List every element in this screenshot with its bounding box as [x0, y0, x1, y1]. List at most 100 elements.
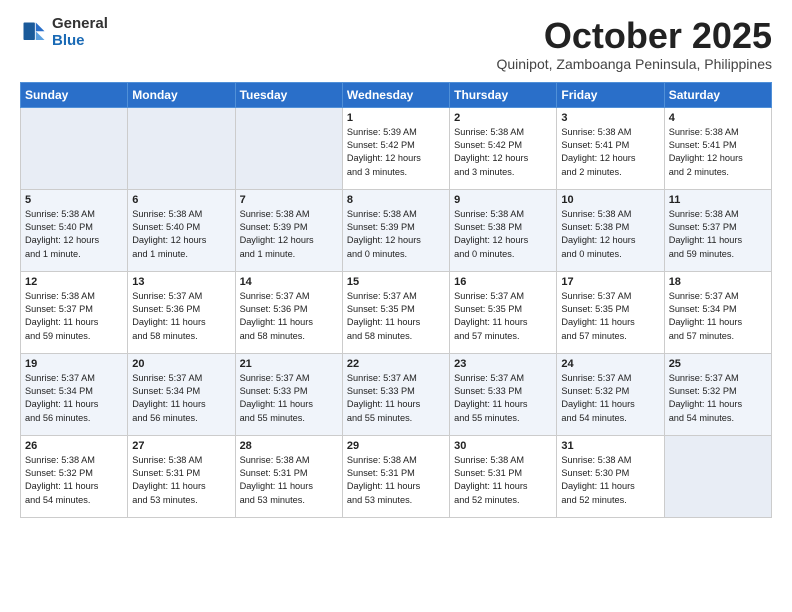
day-number: 31	[561, 440, 659, 452]
day-info: Sunrise: 5:37 AM Sunset: 5:33 PM Dayligh…	[240, 372, 338, 425]
day-number: 25	[669, 358, 767, 370]
day-info: Sunrise: 5:37 AM Sunset: 5:33 PM Dayligh…	[454, 372, 552, 425]
calendar-day: 5Sunrise: 5:38 AM Sunset: 5:40 PM Daylig…	[21, 189, 128, 271]
day-info: Sunrise: 5:39 AM Sunset: 5:42 PM Dayligh…	[347, 126, 445, 179]
calendar-page: General Blue October 2025 Quinipot, Zamb…	[0, 0, 792, 534]
calendar-week-2: 5 Sunrise: 5:38 AM Sunset: 5:40 PM Daylig…	[21, 189, 772, 271]
calendar-week-3: 12Sunrise: 5:38 AM Sunset: 5:37 PM Dayli…	[21, 271, 772, 353]
day-info: Sunrise: 5:38 AM Sunset: 5:39 PM Dayligh…	[240, 208, 338, 261]
day-number: 7	[240, 194, 338, 206]
calendar-table: Sunday Monday Tuesday Wednesday Thursday…	[20, 82, 772, 518]
day-number: 12	[25, 276, 123, 288]
day-number: 17	[561, 276, 659, 288]
day-info: Sunrise: 5:37 AM Sunset: 5:35 PM Dayligh…	[347, 290, 445, 343]
day-number: 22	[347, 358, 445, 370]
calendar-day: 27 Sunrise: 5:38 AM Sunset: 5:31 PM Dayli…	[128, 435, 235, 517]
calendar-day: 6 Sunrise: 5:38 AM Sunset: 5:40 PM Daylig…	[128, 189, 235, 271]
calendar-day: 11 Sunrise: 5:38 AM Sunset: 5:37 PM Dayli…	[664, 189, 771, 271]
calendar-day: 18 Sunrise: 5:37 AM Sunset: 5:34 PM Dayli…	[664, 271, 771, 353]
day-info: Sunrise: 5:37 AM Sunset: 5:34 PM Dayligh…	[669, 290, 767, 343]
day-number: 20	[132, 358, 230, 370]
calendar-day	[128, 107, 235, 189]
day-info: Sunrise: 5:37 AM Sunset: 5:35 PM Dayligh…	[561, 290, 659, 343]
day-info: Sunrise: 5:38 AM Sunset: 5:41 PM Dayligh…	[669, 126, 767, 179]
calendar-day: 28 Sunrise: 5:38 AM Sunset: 5:31 PM Dayli…	[235, 435, 342, 517]
calendar-day: 22 Sunrise: 5:37 AM Sunset: 5:33 PM Dayli…	[342, 353, 449, 435]
header: General Blue October 2025 Quinipot, Zamb…	[20, 16, 772, 72]
day-number: 18	[669, 276, 767, 288]
calendar-day: 17 Sunrise: 5:37 AM Sunset: 5:35 PM Dayli…	[557, 271, 664, 353]
day-info: Sunrise: 5:38 AM Sunset: 5:31 PM Dayligh…	[240, 454, 338, 507]
day-info: Sunrise: 5:38 AM Sunset: 5:31 PM Dayligh…	[454, 454, 552, 507]
day-number: 6	[132, 194, 230, 206]
day-info: Sunrise: 5:37 AM Sunset: 5:35 PM Dayligh…	[454, 290, 552, 343]
day-number: 2	[454, 112, 552, 124]
calendar-day: 31Sunrise: 5:38 AM Sunset: 5:30 PM Dayli…	[557, 435, 664, 517]
day-info: Sunrise: 5:37 AM Sunset: 5:32 PM Dayligh…	[669, 372, 767, 425]
day-number: 26	[25, 440, 123, 452]
logo-blue: Blue	[52, 33, 108, 50]
day-number: 1	[347, 112, 445, 124]
calendar-day: 1 Sunrise: 5:39 AM Sunset: 5:42 PM Daylig…	[342, 107, 449, 189]
day-number: 27	[132, 440, 230, 452]
calendar-day: 9 Sunrise: 5:38 AM Sunset: 5:38 PM Daylig…	[450, 189, 557, 271]
logo-general: General	[52, 16, 108, 33]
day-number: 28	[240, 440, 338, 452]
calendar-day: 15 Sunrise: 5:37 AM Sunset: 5:35 PM Dayli…	[342, 271, 449, 353]
calendar-day: 7 Sunrise: 5:38 AM Sunset: 5:39 PM Daylig…	[235, 189, 342, 271]
day-number: 30	[454, 440, 552, 452]
calendar-day: 4Sunrise: 5:38 AM Sunset: 5:41 PM Daylig…	[664, 107, 771, 189]
day-info: Sunrise: 5:38 AM Sunset: 5:40 PM Dayligh…	[132, 208, 230, 261]
day-info: Sunrise: 5:37 AM Sunset: 5:34 PM Dayligh…	[132, 372, 230, 425]
day-info: Sunrise: 5:37 AM Sunset: 5:36 PM Dayligh…	[132, 290, 230, 343]
calendar-day	[664, 435, 771, 517]
calendar-day	[21, 107, 128, 189]
calendar-day: 25 Sunrise: 5:37 AM Sunset: 5:32 PM Dayli…	[664, 353, 771, 435]
day-info: Sunrise: 5:37 AM Sunset: 5:36 PM Dayligh…	[240, 290, 338, 343]
logo-text: General Blue	[52, 16, 108, 49]
calendar-day: 14Sunrise: 5:37 AM Sunset: 5:36 PM Dayli…	[235, 271, 342, 353]
calendar-day: 26 Sunrise: 5:38 AM Sunset: 5:32 PM Dayli…	[21, 435, 128, 517]
calendar-day: 20 Sunrise: 5:37 AM Sunset: 5:34 PM Dayli…	[128, 353, 235, 435]
day-number: 15	[347, 276, 445, 288]
day-info: Sunrise: 5:38 AM Sunset: 5:39 PM Dayligh…	[347, 208, 445, 261]
calendar-day	[235, 107, 342, 189]
day-info: Sunrise: 5:38 AM Sunset: 5:42 PM Dayligh…	[454, 126, 552, 179]
calendar-day: 10Sunrise: 5:38 AM Sunset: 5:38 PM Dayli…	[557, 189, 664, 271]
logo-icon	[20, 19, 48, 47]
day-number: 3	[561, 112, 659, 124]
col-wednesday: Wednesday	[342, 82, 449, 107]
day-info: Sunrise: 5:38 AM Sunset: 5:38 PM Dayligh…	[454, 208, 552, 261]
calendar-day: 19 Sunrise: 5:37 AM Sunset: 5:34 PM Dayli…	[21, 353, 128, 435]
day-number: 16	[454, 276, 552, 288]
col-tuesday: Tuesday	[235, 82, 342, 107]
calendar-day: 12Sunrise: 5:38 AM Sunset: 5:37 PM Dayli…	[21, 271, 128, 353]
day-number: 11	[669, 194, 767, 206]
calendar-day: 30 Sunrise: 5:38 AM Sunset: 5:31 PM Dayli…	[450, 435, 557, 517]
day-info: Sunrise: 5:37 AM Sunset: 5:34 PM Dayligh…	[25, 372, 123, 425]
day-number: 29	[347, 440, 445, 452]
day-info: Sunrise: 5:38 AM Sunset: 5:32 PM Dayligh…	[25, 454, 123, 507]
calendar-header-row: Sunday Monday Tuesday Wednesday Thursday…	[21, 82, 772, 107]
title-block: October 2025 Quinipot, Zamboanga Peninsu…	[496, 16, 772, 72]
day-info: Sunrise: 5:38 AM Sunset: 5:41 PM Dayligh…	[561, 126, 659, 179]
col-saturday: Saturday	[664, 82, 771, 107]
logo: General Blue	[20, 16, 108, 49]
col-friday: Friday	[557, 82, 664, 107]
day-info: Sunrise: 5:38 AM Sunset: 5:37 PM Dayligh…	[669, 208, 767, 261]
day-number: 23	[454, 358, 552, 370]
day-number: 9	[454, 194, 552, 206]
col-sunday: Sunday	[21, 82, 128, 107]
day-number: 19	[25, 358, 123, 370]
day-number: 5	[25, 194, 123, 206]
day-info: Sunrise: 5:38 AM Sunset: 5:31 PM Dayligh…	[132, 454, 230, 507]
col-thursday: Thursday	[450, 82, 557, 107]
day-info: Sunrise: 5:37 AM Sunset: 5:33 PM Dayligh…	[347, 372, 445, 425]
day-number: 24	[561, 358, 659, 370]
day-number: 10	[561, 194, 659, 206]
day-number: 13	[132, 276, 230, 288]
day-info: Sunrise: 5:37 AM Sunset: 5:32 PM Dayligh…	[561, 372, 659, 425]
calendar-day: 23 Sunrise: 5:37 AM Sunset: 5:33 PM Dayli…	[450, 353, 557, 435]
calendar-day: 3 Sunrise: 5:38 AM Sunset: 5:41 PM Daylig…	[557, 107, 664, 189]
calendar-day: 29Sunrise: 5:38 AM Sunset: 5:31 PM Dayli…	[342, 435, 449, 517]
